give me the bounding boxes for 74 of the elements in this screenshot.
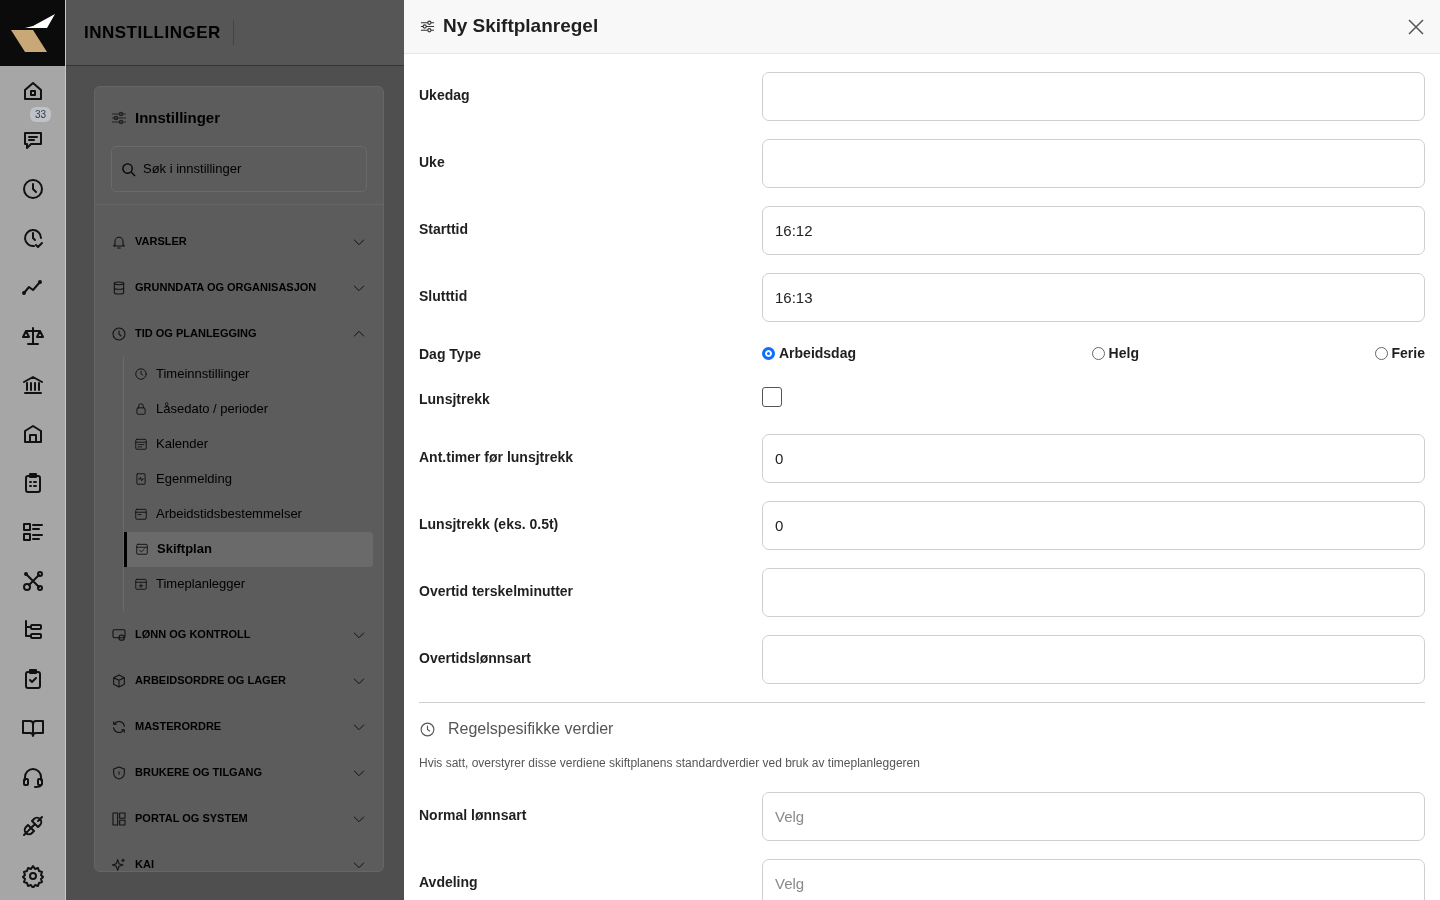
field-label: Dag Type — [419, 345, 482, 364]
search-icon — [121, 161, 136, 177]
menu-item[interactable]: Låsedato / perioder — [124, 391, 373, 427]
accordion-header[interactable]: GRUNNDATA OG ORGANISASJON — [95, 264, 383, 311]
radio-label: Arbeidsdag — [779, 344, 856, 363]
search-field[interactable]: Søk i innstillinger — [111, 145, 367, 192]
database-icon — [111, 279, 127, 296]
radio-label: Helg — [1108, 344, 1139, 363]
sparkle-icon — [111, 856, 127, 873]
logo-icon — [10, 14, 55, 52]
input-field[interactable] — [762, 72, 1425, 121]
input-field[interactable]: 0 — [762, 501, 1425, 550]
input-field[interactable] — [762, 568, 1425, 617]
input-field[interactable]: 16:12 — [762, 206, 1425, 255]
field-label: Normal lønnsart — [419, 806, 528, 825]
input-field[interactable] — [762, 635, 1425, 684]
document-icon — [134, 472, 148, 486]
menu-item[interactable]: Timeplanlegger — [124, 566, 373, 602]
lock-icon — [134, 402, 148, 416]
nodes-icon[interactable] — [20, 568, 45, 593]
field-label: Lunsjtrekk — [419, 390, 491, 409]
accordion-header[interactable]: KAI — [95, 841, 383, 888]
refresh-icon — [111, 718, 127, 735]
shield-icon — [111, 764, 127, 781]
layout-icon — [111, 810, 127, 827]
section-note: Hvis satt, overstyrer disse verdiene skiftplanens standardverdier ved bruk av timeplanleggeren — [419, 755, 921, 772]
input-field[interactable]: 16:13 — [762, 273, 1425, 322]
menu-item[interactable]: Arbeidstidsbestemmelser — [124, 496, 373, 532]
field-label: Overtidslønnsart — [419, 649, 533, 668]
field-label: Ant.timer før lunsjtrekk — [419, 448, 575, 467]
gear-icon[interactable] — [20, 863, 45, 888]
radio-button[interactable] — [762, 347, 775, 360]
accordion-header[interactable]: BRUKERE OG TILGANG — [95, 749, 383, 796]
sliders-icon — [420, 19, 435, 34]
clock-icon — [134, 367, 148, 381]
sliders-icon — [111, 110, 127, 127]
field-label: Uke — [419, 153, 446, 172]
box-icon — [111, 672, 127, 689]
section-title: Regelspesifikke verdier — [448, 719, 614, 739]
menu-item[interactable]: Egenmelding — [124, 461, 373, 497]
select-field[interactable]: Velg — [762, 792, 1425, 841]
field-label: Lunsjtrekk (eks. 0.5t) — [419, 515, 560, 534]
panel-title: Innstillinger — [135, 108, 220, 128]
field-label: Avdeling — [419, 873, 479, 892]
menu-item[interactable]: Skiftplan — [124, 531, 373, 567]
field-label: Starttid — [419, 220, 469, 239]
calendar-check-icon — [135, 542, 149, 556]
accordion-header[interactable]: MASTERORDRE — [95, 703, 383, 750]
field-label: Slutttid — [419, 287, 469, 306]
radio-label: Ferie — [1391, 344, 1425, 363]
menu-item[interactable]: Kalender — [124, 426, 373, 462]
calendar-icon — [134, 437, 148, 451]
field-label: Overtid terskelminutter — [419, 582, 575, 601]
calendar-plus-icon — [134, 577, 148, 591]
clock-icon — [419, 720, 436, 738]
accordion-header[interactable]: LØNN OG KONTROLL — [95, 611, 383, 658]
drawer-title: Ny Skiftplanregel — [443, 15, 600, 38]
menu-item[interactable]: Timeinnstillinger — [124, 356, 373, 392]
select-field[interactable]: Velg — [762, 859, 1425, 900]
clock-icon[interactable] — [20, 176, 45, 201]
clock-icon — [111, 325, 127, 342]
input-field[interactable]: 0 — [762, 434, 1425, 483]
field-label: Ukedag — [419, 86, 471, 105]
calendar-icon — [134, 507, 148, 521]
count-badge: 33 — [30, 107, 52, 122]
accordion-header[interactable]: VARSLER — [95, 218, 383, 265]
plug-icon[interactable] — [20, 813, 45, 838]
checkbox[interactable] — [762, 387, 782, 407]
page-title: INNSTILLINGER — [84, 19, 234, 46]
accordion-header[interactable]: PORTAL OG SYSTEM — [95, 795, 383, 842]
input-field[interactable] — [762, 139, 1425, 188]
accordion-header[interactable]: TID OG PLANLEGGING — [95, 310, 383, 357]
close-icon[interactable] — [1408, 18, 1424, 35]
accordion-header[interactable]: ARBEIDSORDRE OG LAGER — [95, 657, 383, 704]
